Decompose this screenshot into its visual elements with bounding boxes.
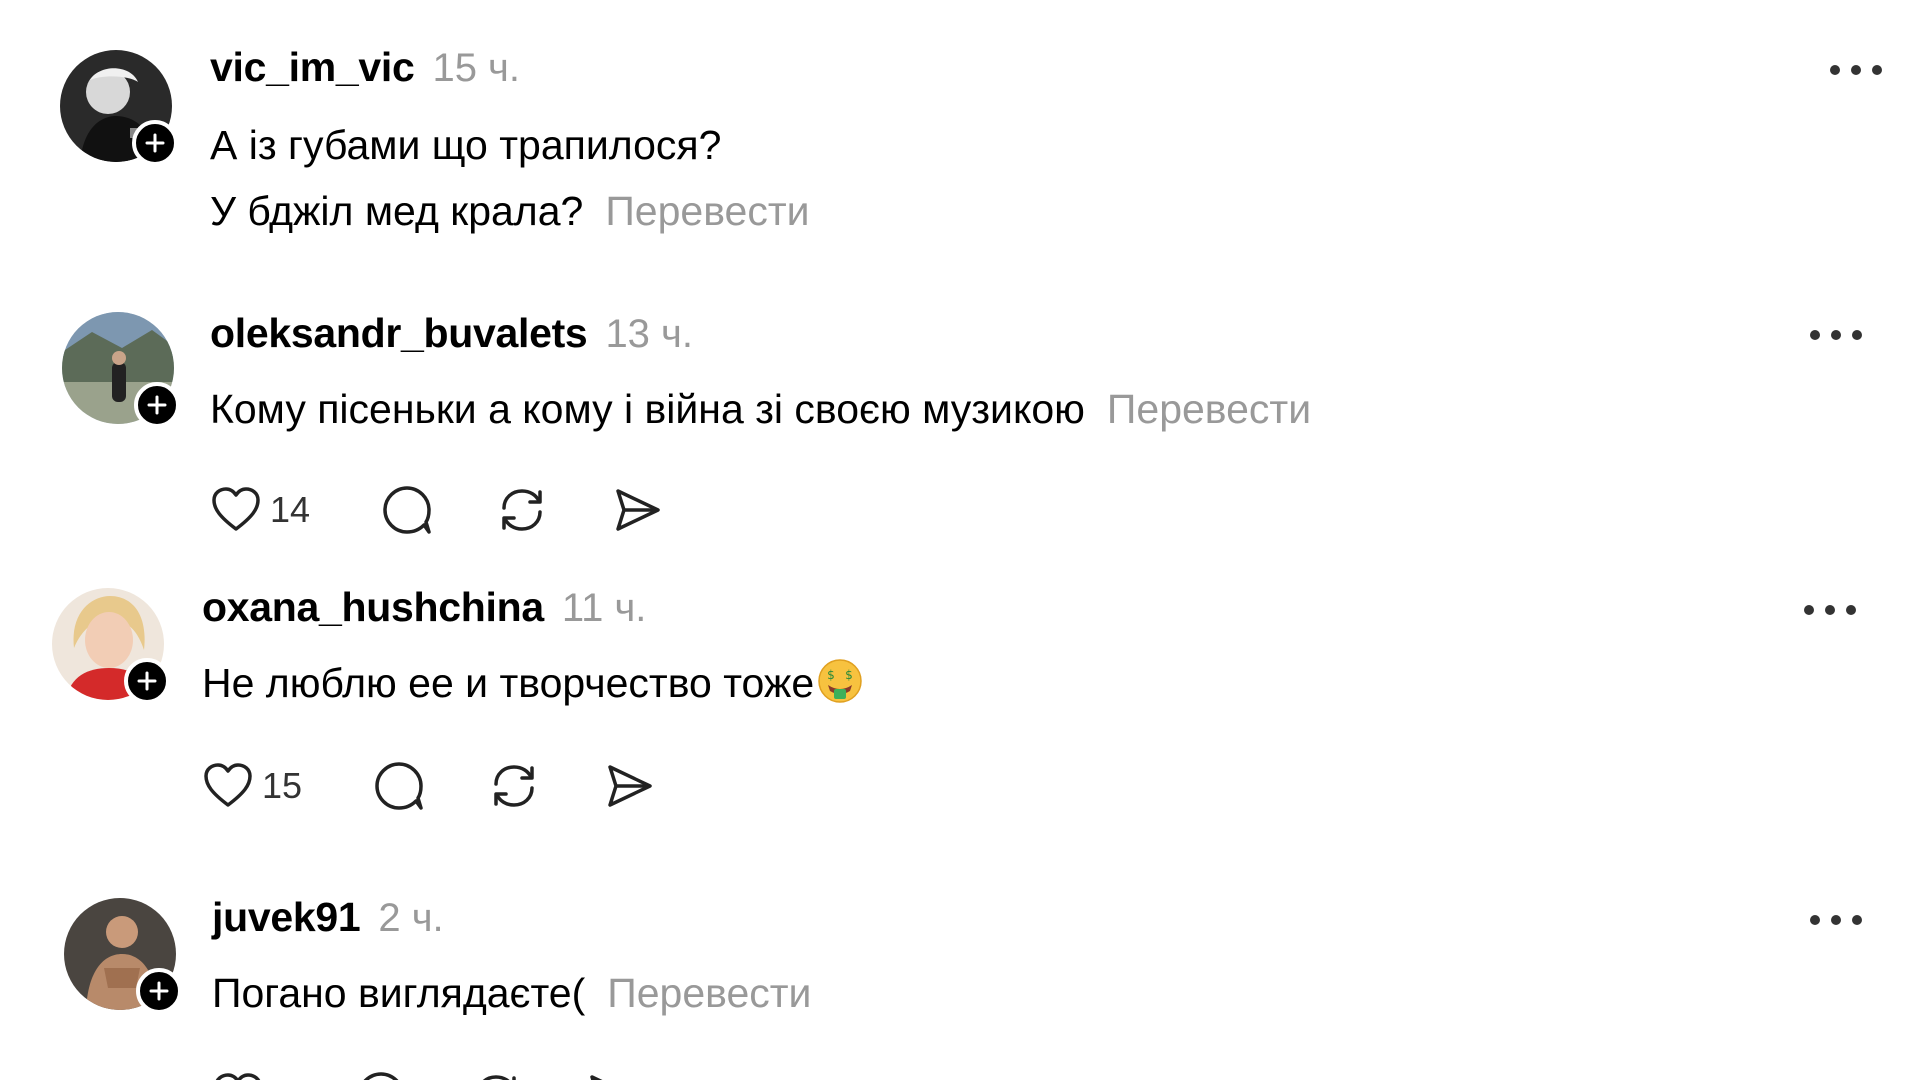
- plus-icon: [147, 395, 167, 415]
- more-icon: [1810, 915, 1862, 925]
- comment-header: juvek91 2 ч.: [212, 894, 444, 941]
- comment-text-line: У бджіл мед крала? Перевести: [210, 178, 810, 244]
- avatar[interactable]: [60, 50, 178, 166]
- comment-icon: [375, 762, 423, 810]
- follow-button[interactable]: [124, 658, 170, 704]
- like-count: 14: [270, 489, 311, 530]
- like-button[interactable]: 14: [210, 485, 310, 535]
- comment-text-line: Кому пісеньки а кому і війна зі своєю му…: [210, 376, 1311, 442]
- reply-button[interactable]: [380, 483, 434, 537]
- avatar[interactable]: [64, 898, 182, 1014]
- share-button[interactable]: [602, 759, 656, 813]
- comment-header: oxana_hushchina 11 ч.: [202, 584, 646, 631]
- more-icon: [1810, 330, 1862, 340]
- translate-link[interactable]: Перевести: [605, 188, 809, 234]
- heart-icon: [204, 763, 252, 807]
- follow-button[interactable]: [136, 968, 182, 1014]
- like-button[interactable]: [212, 1071, 264, 1080]
- send-icon: [590, 1075, 603, 1080]
- timestamp: 15 ч.: [432, 46, 521, 90]
- repost-button[interactable]: [494, 482, 550, 538]
- comment-text-line: Не люблю ее и творчество тоже $ $: [202, 650, 864, 724]
- timestamp: 11 ч.: [561, 586, 647, 630]
- action-bar: [212, 1068, 678, 1080]
- action-bar: 15: [202, 758, 696, 814]
- more-button[interactable]: [1806, 320, 1866, 350]
- comment-text: У бджіл мед крала?: [210, 188, 584, 234]
- username[interactable]: vic_im_vic: [210, 44, 415, 91]
- like-button[interactable]: 15: [202, 761, 302, 811]
- follow-button[interactable]: [132, 120, 178, 166]
- comment-header: oleksandr_buvalets 13 ч.: [210, 310, 693, 357]
- repost-icon: [502, 489, 542, 531]
- avatar[interactable]: [62, 312, 180, 428]
- comment-text: Погано виглядаєте(: [212, 970, 586, 1016]
- like-count: 15: [262, 765, 303, 806]
- more-button[interactable]: [1806, 905, 1866, 935]
- more-icon: [1804, 605, 1856, 615]
- svg-text:$: $: [845, 668, 853, 682]
- action-bar: 14: [210, 482, 704, 538]
- plus-icon: [145, 133, 165, 153]
- more-icon: [1830, 65, 1882, 75]
- heart-icon: [212, 487, 260, 531]
- plus-icon: [137, 671, 157, 691]
- more-button[interactable]: [1800, 595, 1860, 625]
- more-button[interactable]: [1826, 55, 1886, 85]
- comment-text-line: Погано виглядаєте( Перевести: [212, 960, 811, 1026]
- comment-text: Не люблю ее и творчество тоже: [202, 660, 815, 706]
- username[interactable]: oxana_hushchina: [202, 584, 544, 631]
- repost-icon: [482, 1075, 516, 1080]
- comment-header: vic_im_vic 15 ч.: [210, 44, 520, 91]
- translate-link[interactable]: Перевести: [607, 970, 811, 1016]
- reply-button[interactable]: [354, 1069, 408, 1080]
- comment-icon: [383, 486, 431, 534]
- comment-icon: [363, 1072, 399, 1080]
- repost-button[interactable]: [468, 1068, 524, 1080]
- send-icon: [608, 765, 652, 807]
- heart-icon: [215, 1073, 261, 1080]
- reply-button[interactable]: [372, 759, 426, 813]
- money-mouth-face-icon: $ $: [816, 657, 864, 724]
- username[interactable]: juvek91: [212, 894, 361, 941]
- share-button[interactable]: [584, 1069, 638, 1080]
- share-button[interactable]: [610, 483, 664, 537]
- send-icon: [616, 489, 660, 531]
- svg-text:$: $: [827, 668, 835, 682]
- comment-text: Кому пісеньки а кому і війна зі своєю му…: [210, 386, 1085, 432]
- comment-text: А із губами що трапилося?: [210, 122, 722, 168]
- comments-feed: vic_im_vic 15 ч. А із губами що трапилос…: [0, 0, 1920, 1080]
- avatar[interactable]: [52, 588, 170, 704]
- timestamp: 2 ч.: [378, 896, 444, 940]
- follow-button[interactable]: [134, 382, 180, 428]
- plus-icon: [149, 981, 169, 1001]
- repost-icon: [494, 765, 534, 807]
- timestamp: 13 ч.: [605, 312, 693, 356]
- translate-link[interactable]: Перевести: [1107, 386, 1311, 432]
- username[interactable]: oleksandr_buvalets: [210, 310, 588, 357]
- repost-button[interactable]: [486, 758, 542, 814]
